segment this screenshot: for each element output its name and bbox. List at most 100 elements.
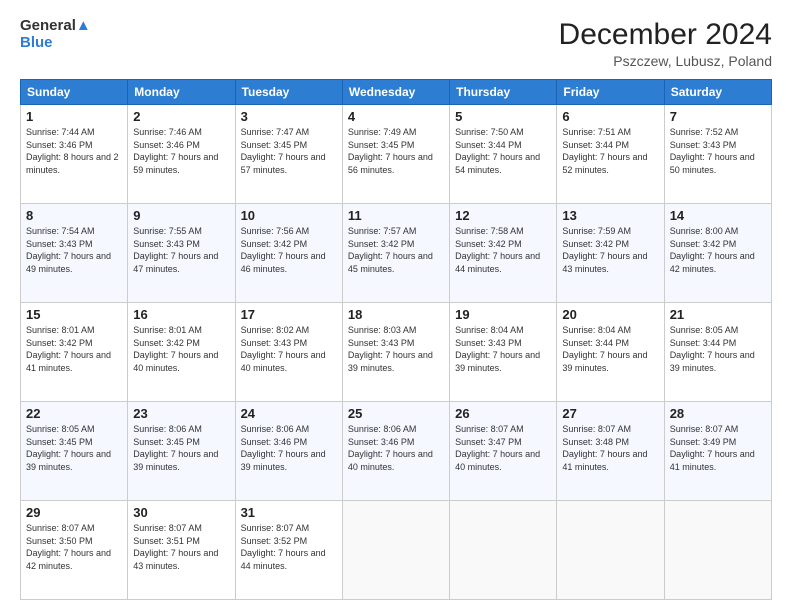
header-thursday: Thursday <box>450 80 557 105</box>
day-number: 15 <box>26 307 122 322</box>
day-number: 27 <box>562 406 658 421</box>
calendar-week-4: 22 Sunrise: 8:05 AMSunset: 3:45 PMDayligh… <box>21 402 772 501</box>
calendar-cell: 17 Sunrise: 8:02 AMSunset: 3:43 PMDayligh… <box>235 303 342 402</box>
calendar-cell: 23 Sunrise: 8:06 AMSunset: 3:45 PMDayligh… <box>128 402 235 501</box>
day-info: Sunrise: 8:02 AMSunset: 3:43 PMDaylight:… <box>241 325 326 373</box>
day-number: 14 <box>670 208 766 223</box>
calendar-cell: 3 Sunrise: 7:47 AMSunset: 3:45 PMDaylight… <box>235 105 342 204</box>
calendar-cell: 28Sunrise: 8:07 AMSunset: 3:49 PMDayligh… <box>664 402 771 501</box>
day-number: 13 <box>562 208 658 223</box>
day-info: Sunrise: 7:54 AMSunset: 3:43 PMDaylight:… <box>26 226 111 274</box>
calendar-cell <box>450 501 557 600</box>
day-number: 3 <box>241 109 337 124</box>
day-number: 24 <box>241 406 337 421</box>
calendar-cell: 11 Sunrise: 7:57 AMSunset: 3:42 PMDayligh… <box>342 204 449 303</box>
header-wednesday: Wednesday <box>342 80 449 105</box>
day-info: Sunrise: 8:05 AMSunset: 3:44 PMDaylight:… <box>670 325 755 373</box>
day-info: Sunrise: 8:03 AMSunset: 3:43 PMDaylight:… <box>348 325 433 373</box>
calendar-cell: 29 Sunrise: 8:07 AMSunset: 3:50 PMDayligh… <box>21 501 128 600</box>
calendar-week-3: 15 Sunrise: 8:01 AMSunset: 3:42 PMDayligh… <box>21 303 772 402</box>
calendar-cell: 1 Sunrise: 7:44 AMSunset: 3:46 PMDaylight… <box>21 105 128 204</box>
day-number: 8 <box>26 208 122 223</box>
day-info: Sunrise: 7:55 AMSunset: 3:43 PMDaylight:… <box>133 226 218 274</box>
calendar-cell: 10Sunrise: 7:56 AMSunset: 3:42 PMDayligh… <box>235 204 342 303</box>
day-info: Sunrise: 8:07 AMSunset: 3:47 PMDaylight:… <box>455 424 540 472</box>
day-number: 11 <box>348 208 444 223</box>
calendar-week-5: 29 Sunrise: 8:07 AMSunset: 3:50 PMDayligh… <box>21 501 772 600</box>
day-info: Sunrise: 7:47 AMSunset: 3:45 PMDaylight:… <box>241 127 326 175</box>
day-info: Sunrise: 7:49 AMSunset: 3:45 PMDaylight:… <box>348 127 433 175</box>
day-number: 23 <box>133 406 229 421</box>
calendar-header: Sunday Monday Tuesday Wednesday Thursday… <box>21 80 772 105</box>
day-info: Sunrise: 7:52 AMSunset: 3:43 PMDaylight:… <box>670 127 755 175</box>
header-saturday: Saturday <box>664 80 771 105</box>
day-number: 29 <box>26 505 122 520</box>
day-info: Sunrise: 7:51 AMSunset: 3:44 PMDaylight:… <box>562 127 647 175</box>
day-info: Sunrise: 7:44 AMSunset: 3:46 PMDaylight:… <box>26 127 119 175</box>
calendar-cell: 2 Sunrise: 7:46 AMSunset: 3:46 PMDaylight… <box>128 105 235 204</box>
calendar-cell: 16Sunrise: 8:01 AMSunset: 3:42 PMDayligh… <box>128 303 235 402</box>
day-number: 6 <box>562 109 658 124</box>
calendar-cell <box>342 501 449 600</box>
day-info: Sunrise: 7:57 AMSunset: 3:42 PMDaylight:… <box>348 226 433 274</box>
calendar-cell: 7 Sunrise: 7:52 AMSunset: 3:43 PMDaylight… <box>664 105 771 204</box>
calendar-cell <box>664 501 771 600</box>
day-info: Sunrise: 8:07 AMSunset: 3:51 PMDaylight:… <box>133 523 218 571</box>
header-tuesday: Tuesday <box>235 80 342 105</box>
day-info: Sunrise: 8:01 AMSunset: 3:42 PMDaylight:… <box>26 325 111 373</box>
logo: General▲ Blue <box>20 18 91 51</box>
calendar-cell: 25 Sunrise: 8:06 AMSunset: 3:46 PMDayligh… <box>342 402 449 501</box>
logo-general: General▲ <box>20 18 91 35</box>
calendar-cell: 13Sunrise: 7:59 AMSunset: 3:42 PMDayligh… <box>557 204 664 303</box>
day-number: 22 <box>26 406 122 421</box>
day-info: Sunrise: 8:04 AMSunset: 3:43 PMDaylight:… <box>455 325 540 373</box>
day-info: Sunrise: 8:06 AMSunset: 3:46 PMDaylight:… <box>348 424 433 472</box>
calendar-cell: 8 Sunrise: 7:54 AMSunset: 3:43 PMDaylight… <box>21 204 128 303</box>
day-number: 21 <box>670 307 766 322</box>
day-number: 9 <box>133 208 229 223</box>
day-number: 12 <box>455 208 551 223</box>
calendar-cell: 26 Sunrise: 8:07 AMSunset: 3:47 PMDayligh… <box>450 402 557 501</box>
day-number: 25 <box>348 406 444 421</box>
calendar-cell <box>557 501 664 600</box>
day-number: 18 <box>348 307 444 322</box>
calendar-cell: 19 Sunrise: 8:04 AMSunset: 3:43 PMDayligh… <box>450 303 557 402</box>
day-info: Sunrise: 8:04 AMSunset: 3:44 PMDaylight:… <box>562 325 647 373</box>
title-block: December 2024 Pszczew, Lubusz, Poland <box>559 18 772 69</box>
header-row: Sunday Monday Tuesday Wednesday Thursday… <box>21 80 772 105</box>
day-number: 5 <box>455 109 551 124</box>
calendar-cell: 14 Sunrise: 8:00 AMSunset: 3:42 PMDayligh… <box>664 204 771 303</box>
day-number: 19 <box>455 307 551 322</box>
header: General▲ Blue December 2024 Pszczew, Lub… <box>20 18 772 69</box>
calendar-body: 1 Sunrise: 7:44 AMSunset: 3:46 PMDaylight… <box>21 105 772 600</box>
subtitle: Pszczew, Lubusz, Poland <box>559 53 772 69</box>
calendar-cell: 22 Sunrise: 8:05 AMSunset: 3:45 PMDayligh… <box>21 402 128 501</box>
calendar-table: Sunday Monday Tuesday Wednesday Thursday… <box>20 79 772 600</box>
day-info: Sunrise: 8:01 AMSunset: 3:42 PMDaylight:… <box>133 325 218 373</box>
calendar-cell: 5Sunrise: 7:50 AMSunset: 3:44 PMDaylight… <box>450 105 557 204</box>
calendar-cell: 9 Sunrise: 7:55 AMSunset: 3:43 PMDaylight… <box>128 204 235 303</box>
day-number: 2 <box>133 109 229 124</box>
day-info: Sunrise: 8:00 AMSunset: 3:42 PMDaylight:… <box>670 226 755 274</box>
day-info: Sunrise: 8:05 AMSunset: 3:45 PMDaylight:… <box>26 424 111 472</box>
day-info: Sunrise: 7:56 AMSunset: 3:42 PMDaylight:… <box>241 226 326 274</box>
day-number: 26 <box>455 406 551 421</box>
logo-blue: Blue <box>20 35 53 52</box>
calendar-cell: 4 Sunrise: 7:49 AMSunset: 3:45 PMDaylight… <box>342 105 449 204</box>
calendar-cell: 15 Sunrise: 8:01 AMSunset: 3:42 PMDayligh… <box>21 303 128 402</box>
calendar-cell: 24Sunrise: 8:06 AMSunset: 3:46 PMDayligh… <box>235 402 342 501</box>
day-number: 28 <box>670 406 766 421</box>
day-info: Sunrise: 8:07 AMSunset: 3:52 PMDaylight:… <box>241 523 326 571</box>
day-number: 1 <box>26 109 122 124</box>
day-info: Sunrise: 8:06 AMSunset: 3:45 PMDaylight:… <box>133 424 218 472</box>
day-info: Sunrise: 7:58 AMSunset: 3:42 PMDaylight:… <box>455 226 540 274</box>
day-number: 17 <box>241 307 337 322</box>
day-info: Sunrise: 8:07 AMSunset: 3:50 PMDaylight:… <box>26 523 111 571</box>
day-info: Sunrise: 7:46 AMSunset: 3:46 PMDaylight:… <box>133 127 218 175</box>
page: General▲ Blue December 2024 Pszczew, Lub… <box>0 0 792 612</box>
day-number: 7 <box>670 109 766 124</box>
calendar-cell: 21 Sunrise: 8:05 AMSunset: 3:44 PMDayligh… <box>664 303 771 402</box>
calendar-cell: 20Sunrise: 8:04 AMSunset: 3:44 PMDayligh… <box>557 303 664 402</box>
day-number: 4 <box>348 109 444 124</box>
logo-text-block: General▲ Blue <box>20 18 91 51</box>
